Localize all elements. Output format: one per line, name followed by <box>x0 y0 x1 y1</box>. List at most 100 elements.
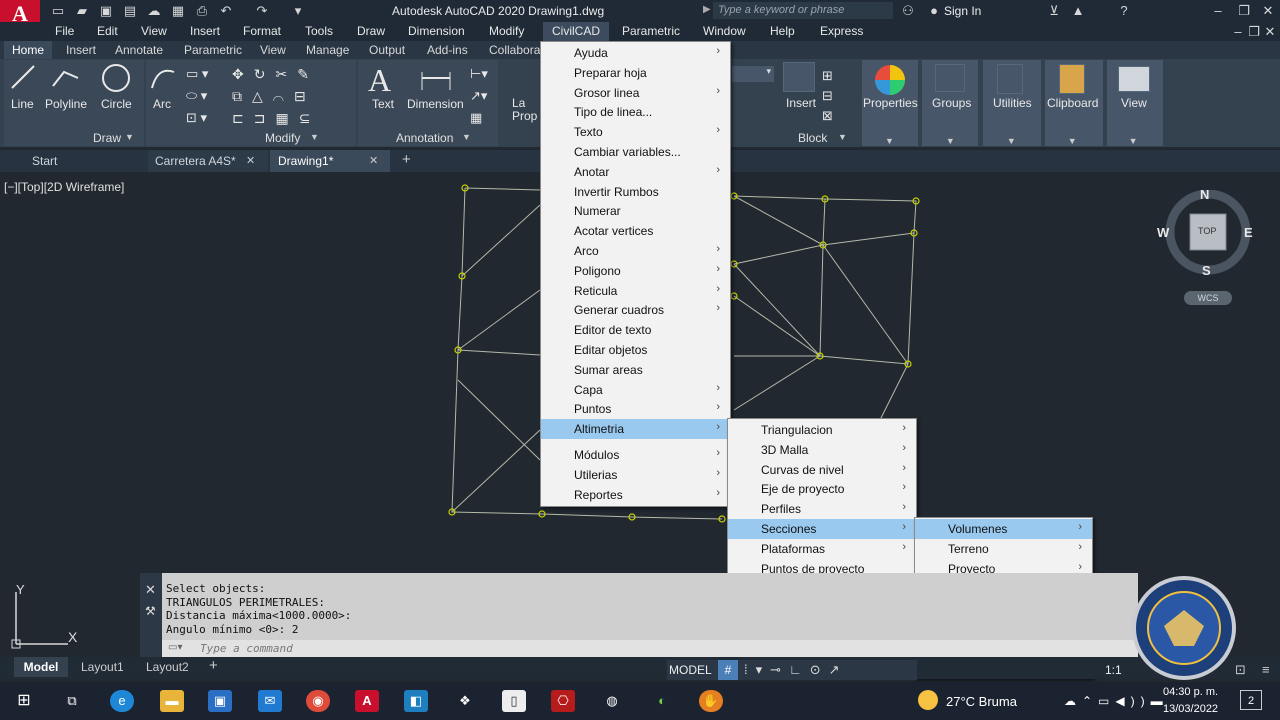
line-icon[interactable] <box>8 62 38 92</box>
camtasia-icon[interactable]: ◐ <box>650 690 674 712</box>
tab-model[interactable]: Model <box>14 657 68 677</box>
move-rotate-trim-icons[interactable]: ✥↻✂✎ <box>232 66 319 83</box>
civilcad-menu-item[interactable]: Acotar vertices <box>541 221 730 241</box>
civilcad-menu-item[interactable]: Reportes › <box>541 485 730 505</box>
dimension-icon[interactable] <box>418 66 454 94</box>
app-icon[interactable]: ◧ <box>404 690 428 712</box>
store-icon[interactable]: ▣ <box>208 690 232 712</box>
snap-ortho-polar-icons[interactable]: ⁞▾⊸∟⊙↗ <box>744 662 848 678</box>
civilcad-menu-item[interactable]: Grosor linea › <box>541 83 730 103</box>
chevron-down-icon[interactable]: ▼ <box>838 132 847 142</box>
leader-icon[interactable]: ↗▾ <box>470 88 487 104</box>
groups-icon[interactable] <box>935 64 965 92</box>
view-button[interactable]: View <box>1121 96 1147 110</box>
clock-time[interactable]: 04:30 p. m. <box>1163 686 1218 698</box>
task-view-icon[interactable]: ⧉ <box>60 690 84 712</box>
autodesk-icon[interactable]: ▲ <box>1070 3 1086 19</box>
arc-button[interactable]: Arc <box>153 97 171 111</box>
clock-date[interactable]: 13/03/2022 <box>1163 703 1218 715</box>
acrobat-icon[interactable]: ⎔ <box>551 690 575 712</box>
new-file-icon[interactable]: ▭ <box>50 3 66 19</box>
menu-view[interactable]: View <box>141 24 167 38</box>
chevron-down-icon[interactable]: ▼ <box>125 132 134 142</box>
help-icon[interactable]: ? <box>1116 3 1132 19</box>
block-panel-title[interactable]: Block <box>798 131 827 145</box>
modify-panel-title[interactable]: Modify <box>265 131 300 145</box>
tab-addins[interactable]: Add-ins <box>427 43 468 57</box>
web-icon[interactable]: ▦ <box>170 3 186 19</box>
line-button[interactable]: Line <box>11 97 34 111</box>
civilcad-menu-item[interactable]: Sumar areas <box>541 360 730 380</box>
layer-dropdown[interactable]: ▾ <box>732 66 774 82</box>
clipboard-button[interactable]: Clipboard <box>1047 96 1098 110</box>
civilcad-menu-item[interactable]: Poligono › <box>541 261 730 281</box>
secciones-menu-item[interactable]: Volumenes › <box>915 519 1092 539</box>
hatch-icon[interactable]: ⬭ ▾ <box>186 88 207 104</box>
binoculars-icon[interactable]: ⚇ <box>900 3 916 19</box>
rectangle-icon[interactable]: ▭ ▾ <box>186 66 208 82</box>
prompt-icon[interactable]: ▭▾ <box>168 642 182 653</box>
save-icon[interactable]: ▣ <box>98 3 114 19</box>
altimetria-menu-item[interactable]: Plataformas › <box>728 539 916 559</box>
tab-annotate[interactable]: Annotate <box>115 43 163 57</box>
weather-sun-icon[interactable] <box>918 690 938 710</box>
recorder-icon[interactable]: ✋ <box>699 690 723 712</box>
text-button[interactable]: Text <box>372 97 394 111</box>
altimetria-menu-item[interactable]: Secciones › <box>728 519 916 539</box>
civilcad-menu-item[interactable]: Anotar › <box>541 162 730 182</box>
chevron-down-icon[interactable]: ▼ <box>310 132 319 142</box>
menu-civilcad[interactable]: CivilCAD <box>543 22 609 41</box>
wrench-icon[interactable]: ⚒ <box>145 604 156 618</box>
doc-tab-start[interactable]: Start <box>32 150 57 172</box>
customize-icon[interactable]: ▾ <box>290 3 306 19</box>
menu-express[interactable]: Express <box>820 24 863 38</box>
tab-manage[interactable]: Manage <box>306 43 349 57</box>
compass-east[interactable]: E <box>1244 225 1253 240</box>
properties-button[interactable]: Properties <box>863 96 918 110</box>
circle-icon[interactable] <box>100 62 132 94</box>
dropbox-icon[interactable]: ❖ <box>453 690 477 712</box>
weather-text[interactable]: 27°C Bruma <box>946 694 1017 709</box>
close-icon[interactable]: ✕ <box>145 582 156 598</box>
search-input[interactable]: Type a keyword or phrase <box>713 2 893 19</box>
print-icon[interactable]: ⎙ <box>194 3 210 19</box>
menu-dimension[interactable]: Dimension <box>408 24 465 38</box>
clipboard-icon[interactable] <box>1059 64 1085 94</box>
region-icon[interactable]: ⊡ ▾ <box>186 110 207 126</box>
annotation-scale[interactable]: 1:1 <box>1105 663 1122 677</box>
civilcad-menu-item[interactable]: Ayuda › <box>541 43 730 63</box>
altimetria-menu-item[interactable]: Triangulacion › <box>728 420 916 440</box>
linear-icon[interactable]: ⊢▾ <box>470 66 488 82</box>
notifications-badge[interactable]: 2 <box>1240 690 1262 710</box>
dimension-button[interactable]: Dimension <box>407 97 464 111</box>
close-icon[interactable]: ✕ <box>246 154 255 167</box>
windows-start-icon[interactable]: ⊞ <box>12 690 36 712</box>
network-app-icon[interactable]: ◍ <box>600 690 624 712</box>
menu-tools[interactable]: Tools <box>305 24 333 38</box>
menu-file[interactable]: File <box>55 24 74 38</box>
restore-icon[interactable]: ❐ <box>1236 3 1252 19</box>
circle-button[interactable]: Circle <box>101 97 132 111</box>
sign-in-link[interactable]: Sign In <box>944 4 981 18</box>
grid-icon[interactable]: # <box>718 660 738 680</box>
cloud-icon[interactable]: ☁ <box>146 3 162 19</box>
civilcad-menu-item[interactable]: Altimetria › <box>541 419 730 440</box>
groups-button[interactable]: Groups <box>932 96 971 110</box>
calculator-icon[interactable] <box>997 64 1023 94</box>
open-icon[interactable]: ▰ <box>74 3 90 19</box>
file-explorer-icon[interactable]: ▬ <box>160 690 184 712</box>
tab-insert[interactable]: Insert <box>66 43 96 57</box>
chevron-down-icon[interactable]: ▼▼▼▼▼ <box>885 136 1190 146</box>
compass-north[interactable]: N <box>1200 187 1209 202</box>
layer-properties-button[interactable]: La Prope <box>512 97 538 123</box>
utilities-button[interactable]: Utilities <box>993 96 1032 110</box>
civilcad-menu-item[interactable]: Capa › <box>541 380 730 400</box>
tab-layout2[interactable]: Layout2 <box>146 660 189 674</box>
civilcad-menu-item[interactable]: Módulos › <box>541 445 730 465</box>
civilcad-menu-item[interactable]: Arco › <box>541 241 730 261</box>
polyline-icon[interactable] <box>50 62 82 92</box>
tab-home[interactable]: Home <box>4 41 52 59</box>
model-space-button[interactable]: MODEL <box>669 663 712 677</box>
arc-icon[interactable] <box>148 62 178 92</box>
doc-restore-icon[interactable]: ❐ <box>1246 24 1262 40</box>
